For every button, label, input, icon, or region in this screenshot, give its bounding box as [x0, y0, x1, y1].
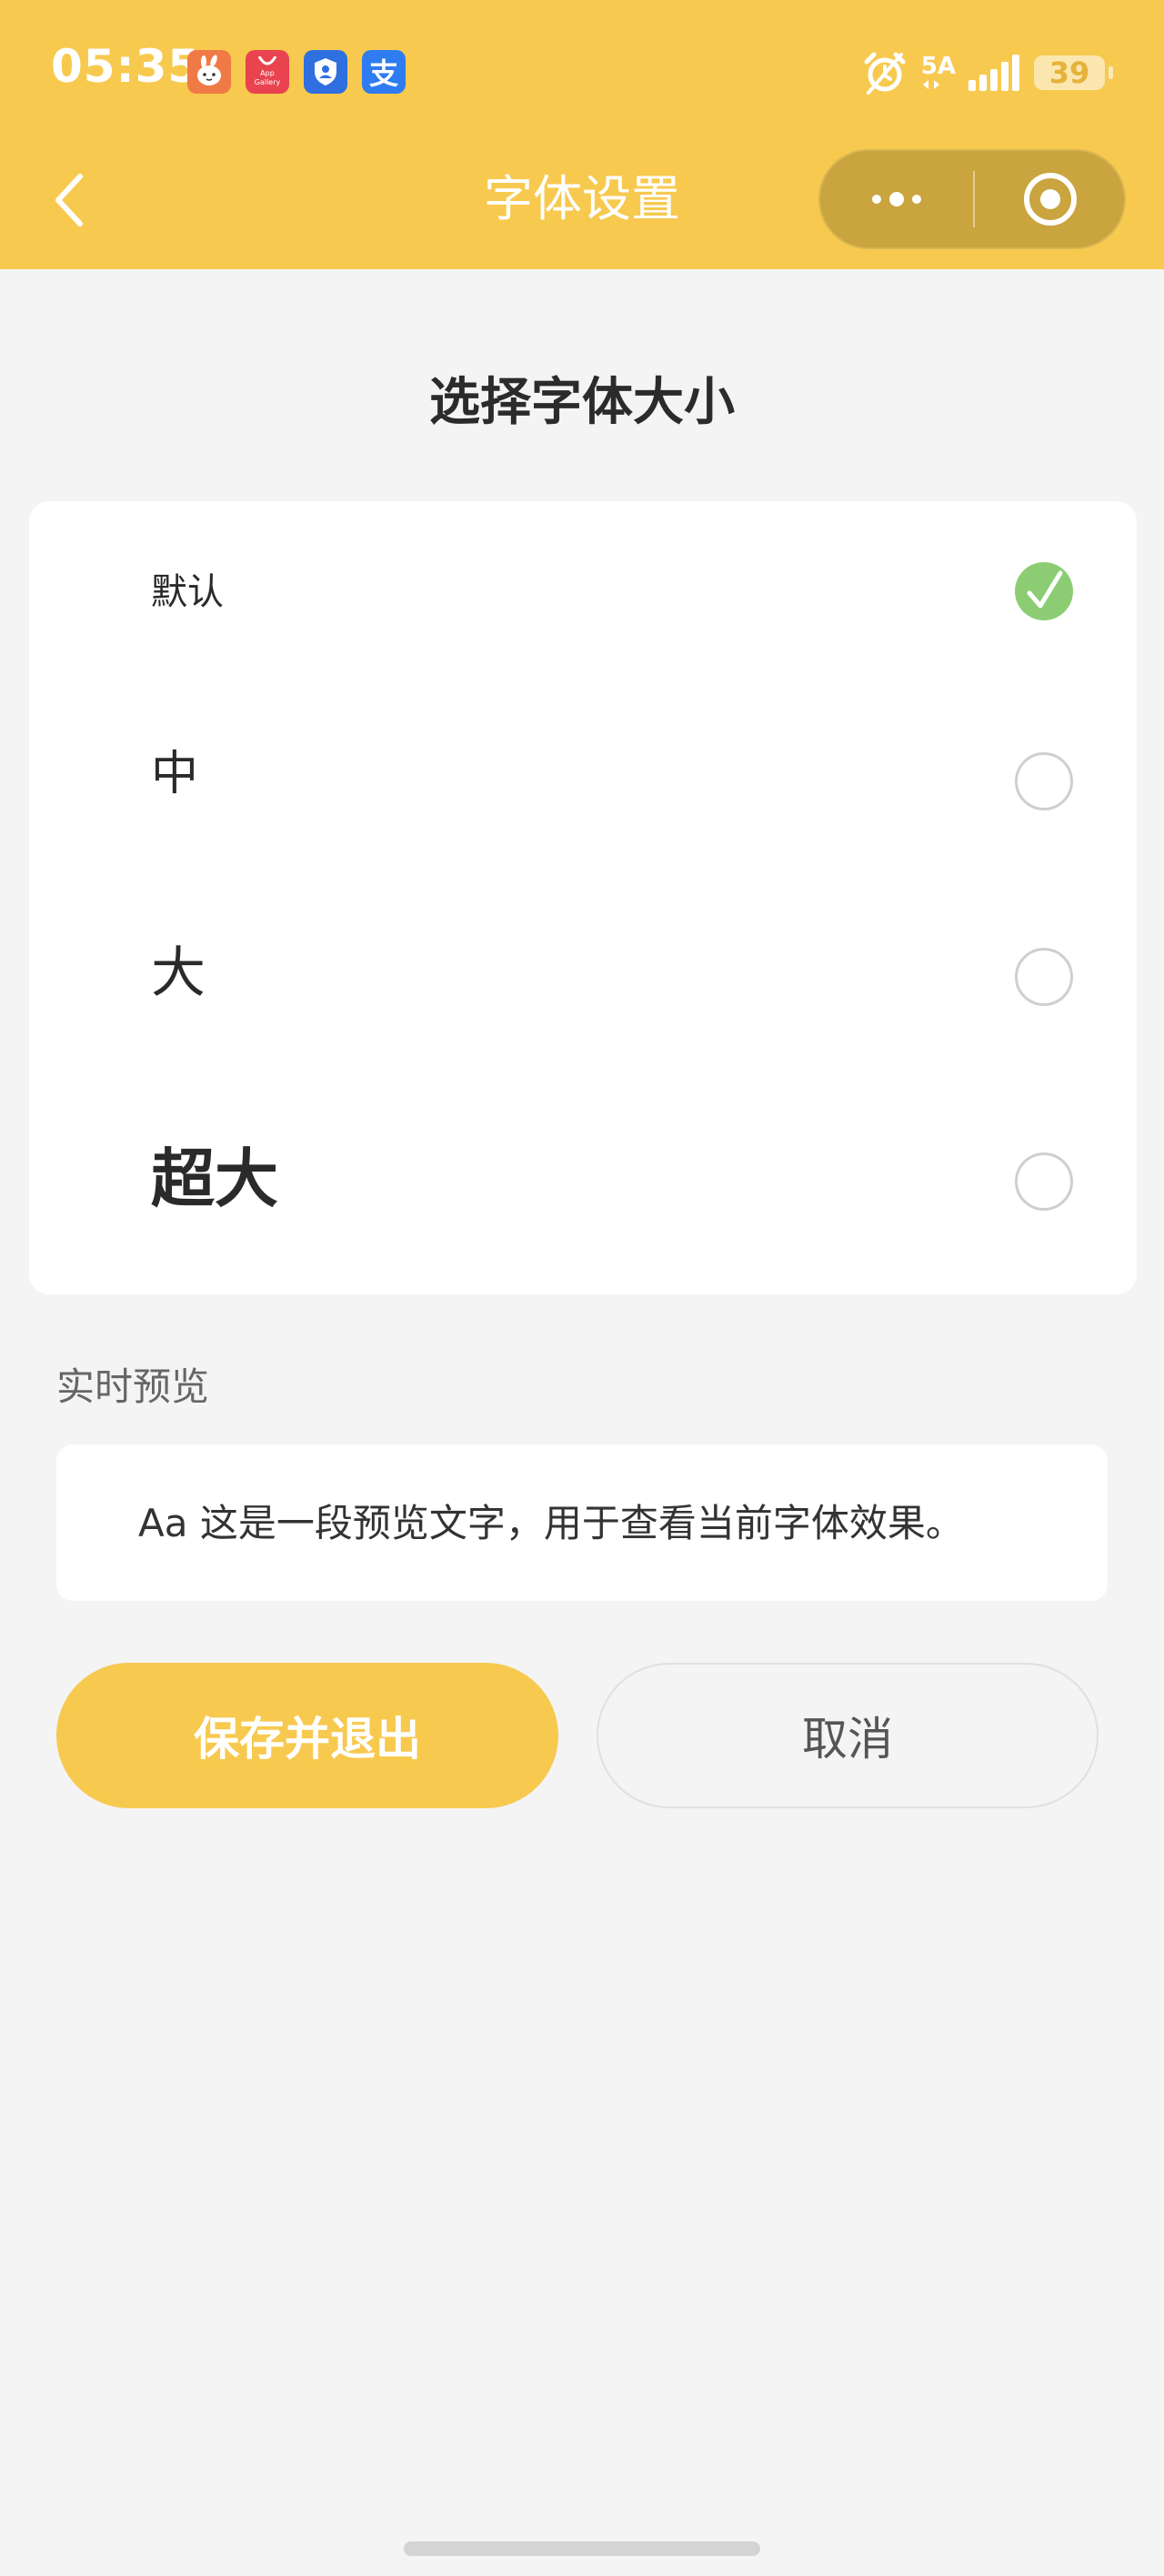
preview-label: 实时预览	[56, 1364, 210, 1409]
section-title: 选择字体大小	[429, 373, 735, 432]
preview-box: Aa 这是一段预览文字，用于查看当前字体效果。	[56, 1444, 1108, 1601]
battery-tip	[1109, 66, 1113, 79]
radio-checked[interactable]	[1015, 562, 1073, 620]
font-size-options: 默认 中 大 超大	[29, 501, 1137, 1294]
checkmark-icon	[1027, 570, 1063, 609]
more-button[interactable]	[820, 151, 973, 247]
option-extra-large[interactable]: 超大	[29, 1078, 1137, 1294]
home-indicator	[404, 2541, 760, 2556]
save-and-exit-button[interactable]: 保存并退出	[56, 1663, 558, 1808]
app-gallery-icon: App Gallery	[246, 50, 289, 94]
rabbit-app-icon	[187, 50, 231, 94]
option-label: 中	[151, 747, 199, 801]
more-dots-icon	[872, 192, 921, 206]
security-shield-icon	[304, 50, 347, 94]
alarm-icon	[864, 52, 906, 95]
option-label: 大	[151, 941, 206, 1005]
network-type: 5A	[921, 55, 956, 91]
option-label: 默认	[151, 571, 224, 613]
status-time: 05:35	[51, 40, 201, 93]
option-medium[interactable]: 中	[29, 683, 1137, 878]
radio-unchecked[interactable]	[1015, 1152, 1073, 1211]
option-large[interactable]: 大	[29, 878, 1137, 1078]
status-bar: 05:35 App Gallery 支 5A 39	[0, 0, 1164, 146]
preview-text: Aa 这是一段预览文字，用于查看当前字体效果。	[138, 1501, 964, 1545]
close-mini-program-button[interactable]	[975, 151, 1126, 247]
cancel-button[interactable]: 取消	[597, 1663, 1099, 1808]
option-default[interactable]: 默认	[29, 501, 1137, 683]
data-arrows-icon	[922, 80, 939, 89]
header-bar: 05:35 App Gallery 支 5A 39 字体设置	[0, 0, 1164, 269]
mini-program-capsule	[818, 149, 1126, 249]
radio-unchecked[interactable]	[1015, 752, 1073, 810]
alipay-icon: 支	[362, 50, 406, 94]
status-indicators: 5A 39	[861, 45, 1113, 100]
navigation-bar: 字体设置	[0, 146, 1164, 269]
signal-strength-icon	[968, 55, 1019, 91]
option-label: 超大	[151, 1142, 278, 1216]
battery-indicator: 39	[1034, 55, 1105, 90]
target-circle-icon	[1024, 173, 1077, 226]
radio-unchecked[interactable]	[1015, 948, 1073, 1006]
